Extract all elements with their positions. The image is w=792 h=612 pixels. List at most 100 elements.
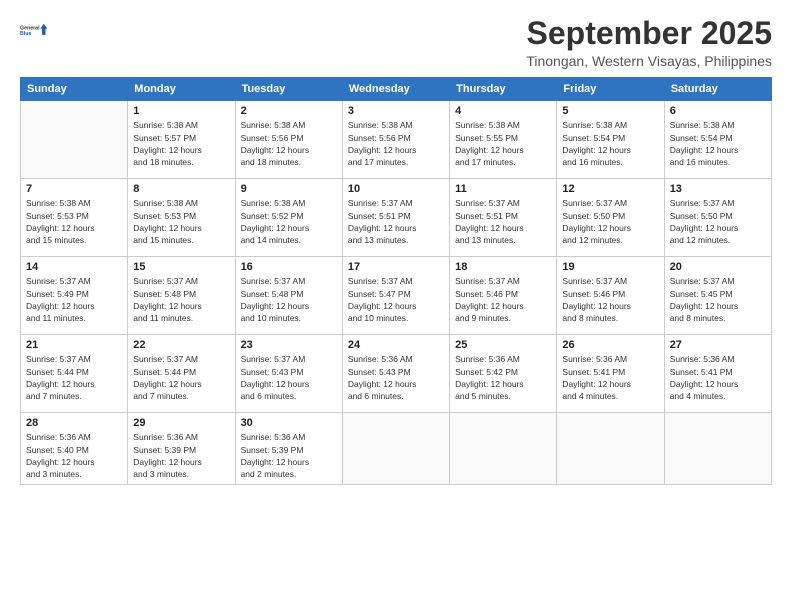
table-row [342,413,449,485]
table-row: 14Sunrise: 5:37 AMSunset: 5:49 PMDayligh… [21,257,128,335]
day-info: Sunrise: 5:37 AMSunset: 5:50 PMDaylight:… [562,197,658,246]
table-row: 8Sunrise: 5:38 AMSunset: 5:53 PMDaylight… [128,179,235,257]
day-number: 24 [348,339,444,351]
table-row: 1Sunrise: 5:38 AMSunset: 5:57 PMDaylight… [128,101,235,179]
day-info: Sunrise: 5:36 AMSunset: 5:39 PMDaylight:… [241,431,337,480]
day-info: Sunrise: 5:36 AMSunset: 5:42 PMDaylight:… [455,353,551,402]
day-number: 9 [241,183,337,195]
day-number: 2 [241,105,337,117]
day-info: Sunrise: 5:36 AMSunset: 5:43 PMDaylight:… [348,353,444,402]
day-info: Sunrise: 5:37 AMSunset: 5:51 PMDaylight:… [348,197,444,246]
table-row: 7 Sunrise: 5:38 AMSunset: 5:53 PMDaylight… [21,179,128,257]
col-sunday: Sunday [21,78,128,101]
day-number: 21 [26,339,122,351]
day-info: Sunrise: 5:38 AMSunset: 5:54 PMDaylight:… [562,119,658,168]
table-row: 22 Sunrise: 5:37 AMSunset: 5:44 PMDayligh… [128,335,235,413]
table-row: 12 Sunrise: 5:37 AMSunset: 5:50 PMDayligh… [557,179,664,257]
day-number: 19 [562,261,658,273]
day-number: 5 [562,105,658,117]
logo: General Blue [20,16,48,44]
table-row: 17Sunrise: 5:37 AMSunset: 5:47 PMDayligh… [342,257,449,335]
day-info: Sunrise: 5:37 AMSunset: 5:48 PMDaylight:… [241,275,337,324]
table-row: 26 Sunrise: 5:36 AMSunset: 5:41 PMDayligh… [557,335,664,413]
day-number: 15 [133,261,229,273]
table-row: 23Sunrise: 5:37 AMSunset: 5:43 PMDayligh… [235,335,342,413]
table-row: 25 Sunrise: 5:36 AMSunset: 5:42 PMDayligh… [450,335,557,413]
day-info: Sunrise: 5:37 AMSunset: 5:49 PMDaylight:… [26,275,122,324]
calendar-table: Sunday Monday Tuesday Wednesday Thursday… [20,77,772,485]
table-row: 29 Sunrise: 5:36 AMSunset: 5:39 PMDayligh… [128,413,235,485]
calendar-week-row: 1Sunrise: 5:38 AMSunset: 5:57 PMDaylight… [21,101,772,179]
day-number: 26 [562,339,658,351]
table-row: 13Sunrise: 5:37 AMSunset: 5:50 PMDayligh… [664,179,771,257]
day-info: Sunrise: 5:37 AMSunset: 5:51 PMDaylight:… [455,197,551,246]
table-row: 21 Sunrise: 5:37 AMSunset: 5:44 PMDayligh… [21,335,128,413]
table-row: 3 Sunrise: 5:38 AMSunset: 5:56 PMDaylight… [342,101,449,179]
svg-text:Blue: Blue [20,31,31,37]
table-row: 20Sunrise: 5:37 AMSunset: 5:45 PMDayligh… [664,257,771,335]
calendar-week-row: 21 Sunrise: 5:37 AMSunset: 5:44 PMDayligh… [21,335,772,413]
day-number: 23 [241,339,337,351]
table-row: 28Sunrise: 5:36 AMSunset: 5:40 PMDayligh… [21,413,128,485]
day-info: Sunrise: 5:36 AMSunset: 5:41 PMDaylight:… [670,353,766,402]
day-info: Sunrise: 5:38 AMSunset: 5:53 PMDaylight:… [26,197,122,246]
table-row: 24 Sunrise: 5:36 AMSunset: 5:43 PMDayligh… [342,335,449,413]
day-number: 4 [455,105,551,117]
day-info: Sunrise: 5:37 AMSunset: 5:48 PMDaylight:… [133,275,229,324]
table-row: 5 Sunrise: 5:38 AMSunset: 5:54 PMDaylight… [557,101,664,179]
day-info: Sunrise: 5:38 AMSunset: 5:55 PMDaylight:… [455,119,551,168]
table-row: 6 Sunrise: 5:38 AMSunset: 5:54 PMDaylight… [664,101,771,179]
table-row [557,413,664,485]
day-info: Sunrise: 5:37 AMSunset: 5:44 PMDaylight:… [26,353,122,402]
page-header: General Blue September 2025 Tinongan, We… [20,16,772,69]
day-info: Sunrise: 5:38 AMSunset: 5:53 PMDaylight:… [133,197,229,246]
day-number: 28 [26,417,122,429]
day-info: Sunrise: 5:36 AMSunset: 5:41 PMDaylight:… [562,353,658,402]
day-info: Sunrise: 5:38 AMSunset: 5:54 PMDaylight:… [670,119,766,168]
col-wednesday: Wednesday [342,78,449,101]
day-info: Sunrise: 5:36 AMSunset: 5:39 PMDaylight:… [133,431,229,480]
col-friday: Friday [557,78,664,101]
day-number: 11 [455,183,551,195]
day-number: 6 [670,105,766,117]
table-row: 15 Sunrise: 5:37 AMSunset: 5:48 PMDayligh… [128,257,235,335]
table-row: 18Sunrise: 5:37 AMSunset: 5:46 PMDayligh… [450,257,557,335]
table-row [664,413,771,485]
svg-text:General: General [20,25,40,31]
logo-icon: General Blue [20,16,48,44]
day-number: 12 [562,183,658,195]
month-title: September 2025 [526,16,772,51]
table-row: 30Sunrise: 5:36 AMSunset: 5:39 PMDayligh… [235,413,342,485]
calendar-header-row: Sunday Monday Tuesday Wednesday Thursday… [21,78,772,101]
table-row: 4 Sunrise: 5:38 AMSunset: 5:55 PMDaylight… [450,101,557,179]
table-row: 19Sunrise: 5:37 AMSunset: 5:46 PMDayligh… [557,257,664,335]
col-tuesday: Tuesday [235,78,342,101]
day-number: 22 [133,339,229,351]
day-info: Sunrise: 5:38 AMSunset: 5:52 PMDaylight:… [241,197,337,246]
table-row [450,413,557,485]
day-info: Sunrise: 5:38 AMSunset: 5:56 PMDaylight:… [348,119,444,168]
day-info: Sunrise: 5:37 AMSunset: 5:45 PMDaylight:… [670,275,766,324]
day-number: 25 [455,339,551,351]
day-info: Sunrise: 5:38 AMSunset: 5:56 PMDaylight:… [241,119,337,168]
day-info: Sunrise: 5:37 AMSunset: 5:47 PMDaylight:… [348,275,444,324]
day-number: 3 [348,105,444,117]
day-number: 29 [133,417,229,429]
table-row: 2 Sunrise: 5:38 AMSunset: 5:56 PMDaylight… [235,101,342,179]
table-row: 11 Sunrise: 5:37 AMSunset: 5:51 PMDayligh… [450,179,557,257]
calendar-week-row: 14Sunrise: 5:37 AMSunset: 5:49 PMDayligh… [21,257,772,335]
day-number: 7 [26,183,122,195]
day-number: 18 [455,261,551,273]
col-thursday: Thursday [450,78,557,101]
table-row [21,101,128,179]
col-saturday: Saturday [664,78,771,101]
table-row: 10Sunrise: 5:37 AMSunset: 5:51 PMDayligh… [342,179,449,257]
col-monday: Monday [128,78,235,101]
table-row: 16 Sunrise: 5:37 AMSunset: 5:48 PMDayligh… [235,257,342,335]
title-block: September 2025 Tinongan, Western Visayas… [526,16,772,69]
day-number: 27 [670,339,766,351]
calendar-week-row: 7 Sunrise: 5:38 AMSunset: 5:53 PMDaylight… [21,179,772,257]
day-info: Sunrise: 5:37 AMSunset: 5:44 PMDaylight:… [133,353,229,402]
day-number: 16 [241,261,337,273]
table-row: 9 Sunrise: 5:38 AMSunset: 5:52 PMDaylight… [235,179,342,257]
